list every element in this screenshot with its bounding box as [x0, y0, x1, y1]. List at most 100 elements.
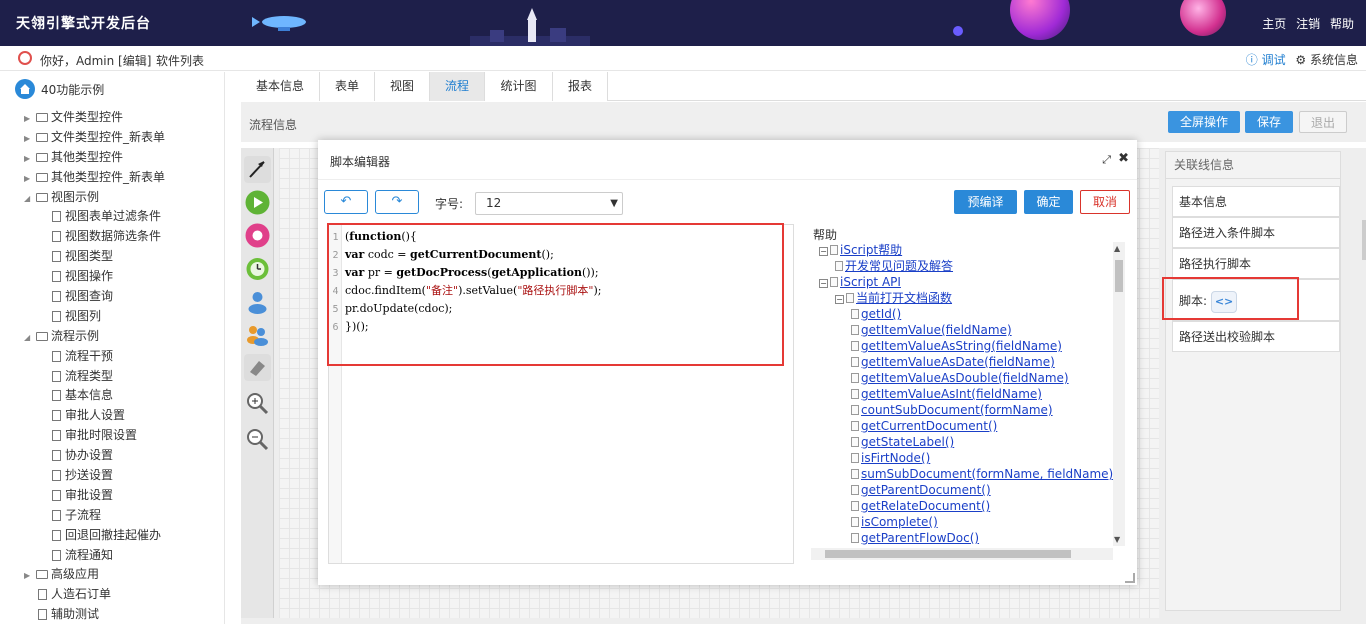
help-link[interactable]: sumSubDocument(formName, fieldName) [861, 467, 1113, 481]
sidebar-item[interactable]: 审批人设置 [0, 405, 224, 425]
link-basic-info[interactable]: 基本信息 [1172, 186, 1340, 217]
help-horizontal-scrollbar[interactable] [811, 548, 1113, 560]
sidebar-item[interactable]: ▶ 文件类型控件_新表单 [0, 127, 224, 147]
help-item[interactable]: getCurrentDocument() [851, 418, 997, 434]
sidebar-item[interactable]: 流程通知 [0, 545, 224, 565]
help-link[interactable]: getItemValueAsString(fieldName) [861, 339, 1062, 353]
zoom-in-icon[interactable] [244, 390, 271, 417]
undo-button[interactable]: ↶ [324, 190, 368, 214]
software-list-link[interactable]: 软件列表 [156, 52, 204, 69]
help-vertical-scrollbar[interactable]: ▲ ▼ [1113, 242, 1125, 546]
confirm-button[interactable]: 确定 [1024, 190, 1073, 214]
link-execute-script[interactable]: 路径执行脚本 [1172, 248, 1340, 279]
help-item[interactable]: getItemValueAsString(fieldName) [851, 338, 1062, 354]
help-item[interactable]: getParentDocument() [851, 482, 991, 498]
sidebar-item[interactable]: ▶ 文件类型控件 [0, 107, 224, 127]
help-item[interactable]: sumSubDocument(formName, fieldName) [851, 466, 1113, 482]
nav-help[interactable]: 帮助 [1330, 17, 1354, 31]
help-link[interactable]: getParentFlowDoc() [861, 531, 979, 545]
help-link[interactable]: getId() [861, 307, 901, 321]
sidebar-item[interactable]: 视图列 [0, 306, 224, 326]
scroll-thumb[interactable] [825, 550, 1071, 558]
sidebar-item[interactable]: ▶ 高级应用 [0, 564, 224, 584]
resize-handle-icon[interactable] [1125, 573, 1135, 583]
debug-link[interactable]: ⓘ 调试 [1246, 53, 1286, 67]
help-item[interactable]: getItemValue(fieldName) [851, 322, 1012, 338]
help-item[interactable]: getParentFlowDoc() [851, 530, 979, 546]
help-link[interactable]: getItemValueAsDouble(fieldName) [861, 371, 1069, 385]
tab-basic-info[interactable]: 基本信息 [241, 72, 320, 101]
sidebar-item[interactable]: 审批时限设置 [0, 425, 224, 445]
help-item[interactable]: isFirtNode() [851, 450, 930, 466]
sidebar-item[interactable]: 基本信息 [0, 385, 224, 405]
sidebar-item[interactable]: ▶ 其他类型控件 [0, 147, 224, 167]
help-item[interactable]: getStateLabel() [851, 434, 954, 450]
scroll-down-icon[interactable]: ▼ [1114, 535, 1120, 544]
timer-node-icon[interactable] [244, 255, 271, 282]
help-item[interactable]: − 当前打开文档函数 [835, 290, 952, 306]
tab-report[interactable]: 报表 [553, 72, 608, 101]
help-link[interactable]: 开发常见问题及解答 [845, 259, 953, 273]
sidebar-item[interactable]: 视图查询 [0, 286, 224, 306]
nav-logout[interactable]: 注销 [1296, 17, 1320, 31]
sidebar-item[interactable]: 协办设置 [0, 445, 224, 465]
sidebar-item[interactable]: 辅助测试 [0, 604, 224, 624]
tab-flow[interactable]: 流程 [430, 72, 485, 101]
cancel-button[interactable]: 取消 [1080, 190, 1130, 214]
help-link[interactable]: getStateLabel() [861, 435, 954, 449]
help-item[interactable]: getItemValueAsInt(fieldName) [851, 386, 1042, 402]
help-link[interactable]: countSubDocument(formName) [861, 403, 1053, 417]
collapse-icon[interactable]: − [835, 295, 844, 304]
sidebar-root[interactable]: 40功能示例 [15, 79, 104, 99]
help-item[interactable]: − iScript API [819, 274, 901, 290]
help-link[interactable]: getItemValueAsDate(fieldName) [861, 355, 1055, 369]
tab-view[interactable]: 视图 [375, 72, 430, 101]
collapse-icon[interactable]: − [819, 279, 828, 288]
font-size-select[interactable]: 12 ▼ [475, 192, 623, 215]
exit-button[interactable]: 退出 [1299, 111, 1347, 133]
help-item[interactable]: getId() [851, 306, 901, 322]
sidebar-item[interactable]: 抄送设置 [0, 465, 224, 485]
link-enter-condition-script[interactable]: 路径进入条件脚本 [1172, 217, 1340, 248]
sidebar-item[interactable]: 回退回撤挂起催办 [0, 525, 224, 545]
help-item[interactable]: isComplete() [851, 514, 938, 530]
close-icon[interactable]: ✖ [1118, 151, 1129, 166]
sidebar-item[interactable]: ▶ 其他类型控件_新表单 [0, 167, 224, 187]
sidebar-item[interactable]: 视图数据筛选条件 [0, 226, 224, 246]
link-exit-validation-script[interactable]: 路径送出校验脚本 [1172, 321, 1340, 352]
help-link[interactable]: iScript API [840, 275, 901, 289]
help-item[interactable]: countSubDocument(formName) [851, 402, 1053, 418]
start-node-icon[interactable] [244, 189, 271, 216]
redo-button[interactable]: ↷ [375, 190, 419, 214]
user-node-icon[interactable] [244, 288, 271, 315]
help-link[interactable]: 当前打开文档函数 [856, 291, 952, 305]
help-link[interactable]: isFirtNode() [861, 451, 930, 465]
help-item[interactable]: getItemValueAsDouble(fieldName) [851, 370, 1069, 386]
help-link[interactable]: isComplete() [861, 515, 938, 529]
sidebar-item[interactable]: 视图操作 [0, 266, 224, 286]
help-link[interactable]: getCurrentDocument() [861, 419, 997, 433]
help-link[interactable]: getParentDocument() [861, 483, 991, 497]
fullscreen-button[interactable]: 全屏操作 [1168, 111, 1240, 133]
tab-chart[interactable]: 统计图 [485, 72, 553, 101]
sidebar-item[interactable]: 子流程 [0, 505, 224, 525]
maximize-icon[interactable]: ⤢ [1102, 153, 1111, 167]
sidebar-item[interactable]: 视图表单过滤条件 [0, 206, 224, 226]
precompile-button[interactable]: 预编译 [954, 190, 1017, 214]
page-scrollbar[interactable] [1362, 220, 1366, 260]
pointer-icon[interactable] [244, 156, 271, 183]
help-link[interactable]: getRelateDocument() [861, 499, 990, 513]
sidebar-item[interactable]: 审批设置 [0, 485, 224, 505]
help-item[interactable]: getItemValueAsDate(fieldName) [851, 354, 1055, 370]
eraser-icon[interactable] [244, 354, 271, 381]
help-link[interactable]: getItemValueAsInt(fieldName) [861, 387, 1042, 401]
end-node-icon[interactable] [244, 222, 271, 249]
sidebar-item[interactable]: 人造石订单 [0, 584, 224, 604]
collapse-icon[interactable]: − [819, 247, 828, 256]
sidebar-item[interactable]: 流程类型 [0, 366, 224, 386]
tab-form[interactable]: 表单 [320, 72, 375, 101]
sidebar-item[interactable]: 流程干预 [0, 346, 224, 366]
save-button[interactable]: 保存 [1245, 111, 1293, 133]
sidebar-item[interactable]: ◢ 流程示例 [0, 326, 224, 346]
sidebar-item[interactable]: ◢ 视图示例 [0, 187, 224, 207]
